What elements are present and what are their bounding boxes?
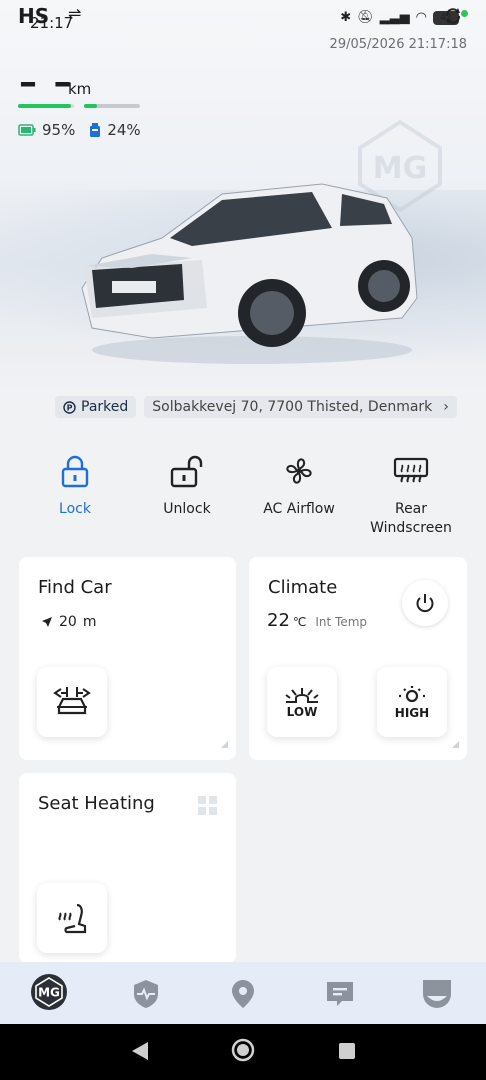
signal-icon: ▂▃▅ xyxy=(379,10,410,25)
rear-defrost-icon xyxy=(393,457,429,483)
climate-power-button[interactable] xyxy=(402,580,448,626)
seat-heating-card[interactable]: Seat Heating xyxy=(19,773,236,963)
address-chip[interactable]: Solbakkevej 70, 7700 Thisted, Denmark › xyxy=(144,396,457,418)
temp-unit: ℃ xyxy=(292,615,307,629)
mg-home-icon: MG xyxy=(31,974,67,1010)
temp-value: 22 xyxy=(267,610,290,631)
climate-title: Climate xyxy=(268,577,338,598)
fuel-icon xyxy=(90,123,101,137)
seat-heating-title: Seat Heating xyxy=(38,793,155,814)
high-label: HIGH xyxy=(394,705,430,720)
svg-text:MG: MG xyxy=(38,986,60,1000)
find-car-card[interactable]: Find Car 20 m xyxy=(19,557,236,760)
profile-icon xyxy=(423,980,451,1008)
fan-low-icon xyxy=(285,687,319,703)
find-car-title: Find Car xyxy=(38,577,112,598)
distance-row: 20 m xyxy=(41,614,96,630)
mute-icon: 🔕︎ xyxy=(357,10,374,25)
car-horn-lights-icon xyxy=(53,687,91,715)
ac-airflow-label: AC Airflow xyxy=(263,501,335,517)
energy-levels: 95% 24% xyxy=(18,121,141,139)
parking-icon: P xyxy=(63,400,76,414)
bluetooth-icon: ✱ xyxy=(340,10,352,25)
battery-percentage: 95% xyxy=(42,121,76,139)
seat-heat-icon xyxy=(58,903,87,934)
lock-icon xyxy=(61,455,89,488)
tab-messages[interactable] xyxy=(322,976,358,1012)
last-update-timestamp: 29/05/2026 21:17:18 xyxy=(329,37,467,52)
parked-label: Parked xyxy=(81,399,129,415)
grid-icon xyxy=(198,796,217,815)
climate-low-button[interactable]: LOW xyxy=(267,667,337,737)
refresh-icon[interactable] xyxy=(443,6,463,26)
lock-button[interactable]: Lock xyxy=(19,452,131,519)
data-swap-icon: ⇌ xyxy=(68,4,82,23)
bottom-tab-bar: MG xyxy=(0,962,486,1024)
fuel-percentage: 24% xyxy=(107,121,141,139)
energy-bars xyxy=(18,104,140,108)
navigation-arrow-icon xyxy=(42,617,52,627)
rear-windscreen-label: Rear Windscreen xyxy=(370,501,452,536)
svg-text:P: P xyxy=(67,403,73,412)
battery-charge-icon xyxy=(18,124,36,136)
seat-heating-button[interactable] xyxy=(37,883,107,953)
tab-vehicle-health[interactable] xyxy=(128,976,164,1012)
tab-location[interactable] xyxy=(225,976,261,1012)
temp-label: Int Temp xyxy=(315,615,368,629)
vehicle-health-icon xyxy=(134,980,158,1008)
car-image xyxy=(81,183,418,364)
wifi-icon: ◠ xyxy=(415,10,427,25)
tab-home[interactable]: MG xyxy=(30,973,68,1011)
tab-profile[interactable] xyxy=(419,976,455,1012)
system-nav-bar xyxy=(0,1024,486,1080)
location-icon xyxy=(232,980,254,1008)
card-corner-mark xyxy=(452,741,459,748)
climate-card[interactable]: Climate 22 ℃ Int Temp LOW HIGH xyxy=(249,557,467,760)
messages-icon xyxy=(327,982,353,1006)
sun-high-icon xyxy=(399,685,425,702)
battery-level-bar xyxy=(18,104,74,108)
status-bar: HS 21:17 ⇌ ✱ 🔕︎ ▂▃▅ ◠ 42 xyxy=(0,0,486,40)
lock-label: Lock xyxy=(59,501,91,517)
card-corner-mark xyxy=(221,741,228,748)
distance-value: 20 xyxy=(59,614,77,630)
find-car-honk-button[interactable] xyxy=(37,667,107,737)
range-unit: km xyxy=(68,80,92,98)
back-icon[interactable] xyxy=(131,1041,149,1061)
parked-status-chip: P Parked xyxy=(55,396,137,418)
unlock-icon xyxy=(170,455,203,488)
fan-icon xyxy=(286,458,312,484)
location-row: P Parked Solbakkevej 70, 7700 Thisted, D… xyxy=(55,396,457,418)
range-display: – – km xyxy=(19,62,91,103)
unlock-button[interactable]: Unlock xyxy=(131,452,243,519)
recents-icon[interactable] xyxy=(338,1042,356,1060)
rear-windscreen-button[interactable]: Rear Windscreen xyxy=(355,452,467,538)
climate-high-button[interactable]: HIGH xyxy=(377,667,447,737)
fuel-level-bar xyxy=(84,104,140,108)
unlock-label: Unlock xyxy=(163,501,211,517)
home-nav-icon[interactable] xyxy=(231,1038,255,1062)
range-value: – – xyxy=(19,62,74,103)
power-icon xyxy=(416,594,434,613)
status-clock: 21:17 xyxy=(30,14,74,32)
distance-unit: m xyxy=(82,614,97,630)
ac-airflow-button[interactable]: AC Airflow xyxy=(243,452,355,519)
low-label: LOW xyxy=(286,704,318,719)
address-text: Solbakkevej 70, 7700 Thisted, Denmark xyxy=(152,399,433,415)
chevron-right-icon: › xyxy=(443,399,449,415)
interior-temp-row: 22 ℃ Int Temp xyxy=(267,610,367,631)
